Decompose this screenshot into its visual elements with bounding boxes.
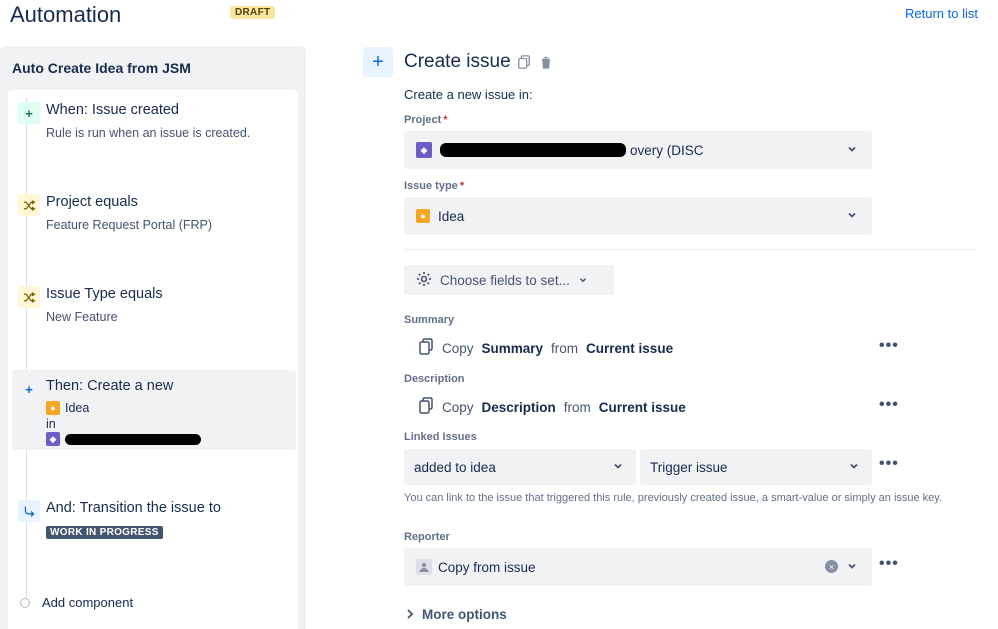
in-label: in (46, 417, 56, 431)
from-word: from (551, 340, 579, 356)
copy-icon (418, 338, 434, 358)
reporter-select[interactable]: Copy from issue × (404, 548, 872, 586)
target-project: ◆ (46, 432, 296, 446)
issue-type-name: Idea (65, 401, 90, 415)
link-type-value: added to idea (414, 459, 496, 475)
more-icon[interactable]: ••• (879, 455, 899, 473)
more-icon[interactable]: ••• (879, 396, 899, 414)
redacted-project-name (440, 143, 626, 157)
link-type-select[interactable]: added to idea (404, 449, 636, 485)
created-issue-type: ● Idea (46, 400, 296, 416)
step-title: When: Issue created (46, 102, 179, 118)
chevron-down-icon (846, 209, 858, 224)
step-condition-project[interactable]: Project equals Feature Request Portal (F… (12, 186, 296, 240)
step-action-create[interactable]: + Then: Create a new ● Idea in ◆ (12, 370, 296, 450)
step-title: And: Transition the issue to (46, 500, 221, 516)
copy-icon[interactable] (516, 54, 532, 70)
more-options-label: More options (422, 607, 507, 622)
trash-icon[interactable] (538, 54, 554, 70)
issue-type-value: Idea (438, 208, 465, 224)
more-icon[interactable]: ••• (879, 337, 899, 355)
redacted-project-name (65, 433, 201, 445)
project-select[interactable]: ◆ overy (DISC (404, 131, 872, 169)
clear-icon[interactable]: × (825, 560, 838, 573)
copy-field: Description (481, 399, 556, 415)
description-copy-row[interactable]: Copy Description from Current issue (418, 397, 686, 417)
step-condition-issue-type[interactable]: Issue Type equals New Feature (12, 278, 296, 332)
chevron-down-icon (612, 460, 624, 475)
add-component-button[interactable]: Add component (20, 595, 133, 610)
add-component-label: Add component (42, 595, 134, 610)
reporter-label: Reporter (404, 531, 450, 543)
step-title: Project equals (46, 194, 138, 210)
draft-badge: DRAFT (230, 6, 276, 19)
user-avatar-icon (416, 559, 432, 575)
linked-issues-help: You can link to the issue that triggered… (404, 492, 943, 504)
copy-icon (418, 397, 434, 417)
chevron-down-icon (578, 273, 588, 288)
step-trigger[interactable]: + When: Issue created Rule is run when a… (12, 94, 296, 148)
rule-name[interactable]: Auto Create Idea from JSM (12, 60, 191, 76)
shuffle-icon (18, 194, 40, 216)
step-title: Then: Create a new (46, 378, 174, 394)
chevron-right-icon (406, 607, 414, 622)
transition-icon (18, 500, 40, 522)
lightbulb-icon: ● (416, 209, 430, 223)
step-action-transition[interactable]: And: Transition the issue to WORK IN PRO… (12, 492, 296, 546)
plus-icon: + (18, 102, 40, 124)
rule-steps-list: + When: Issue created Rule is run when a… (8, 90, 298, 629)
project-label: Project * (404, 114, 448, 126)
link-target-select[interactable]: Trigger issue (640, 449, 872, 485)
project-icon: ◆ (46, 432, 60, 446)
link-target-value: Trigger issue (650, 459, 728, 475)
step-subtitle: Rule is run when an issue is created. (46, 126, 251, 140)
status-lozenge: WORK IN PROGRESS (46, 526, 163, 539)
step-title: Issue Type equals (46, 286, 163, 302)
add-dot-icon (20, 597, 30, 608)
more-options-toggle[interactable]: More options (406, 607, 507, 622)
choose-fields-button[interactable]: Choose fields to set... (404, 265, 614, 295)
summary-copy-row[interactable]: Copy Summary from Current issue (418, 338, 673, 358)
title-tools (516, 54, 554, 70)
intro-text: Create a new issue in: (404, 87, 533, 102)
project-icon: ◆ (416, 142, 432, 158)
panel-title: Create issue (404, 51, 511, 72)
copy-word: Copy (442, 399, 474, 415)
chevron-down-icon (846, 143, 858, 158)
chevron-down-icon (848, 460, 860, 475)
from-word: from (563, 399, 591, 415)
issue-type-label: Issue type * (404, 180, 465, 192)
lightbulb-icon: ● (46, 401, 60, 415)
page-title: Automation (10, 2, 122, 27)
copy-source: Current issue (598, 399, 686, 415)
divider (404, 249, 976, 250)
reporter-value: Copy from issue (438, 559, 536, 575)
issue-type-select[interactable]: ● Idea (404, 197, 872, 235)
more-icon[interactable]: ••• (879, 555, 899, 573)
rule-panel: Auto Create Idea from JSM + When: Issue … (0, 46, 306, 629)
plus-icon: + (25, 381, 33, 397)
plus-icon: + (363, 47, 393, 77)
shuffle-icon (18, 286, 40, 308)
project-value: overy (DISC (630, 142, 704, 158)
copy-field: Summary (481, 340, 544, 356)
linked-issues-label: Linked Issues (404, 431, 477, 443)
description-label: Description (404, 373, 465, 385)
summary-label: Summary (404, 314, 455, 326)
step-subtitle: Feature Request Portal (FRP) (46, 218, 213, 232)
copy-source: Current issue (586, 340, 674, 356)
step-subtitle: New Feature (46, 310, 118, 324)
copy-word: Copy (442, 340, 474, 356)
choose-fields-label: Choose fields to set... (440, 272, 570, 288)
chevron-down-icon (846, 560, 858, 575)
gear-icon (416, 271, 432, 290)
return-to-list-link[interactable]: Return to list (905, 6, 978, 21)
